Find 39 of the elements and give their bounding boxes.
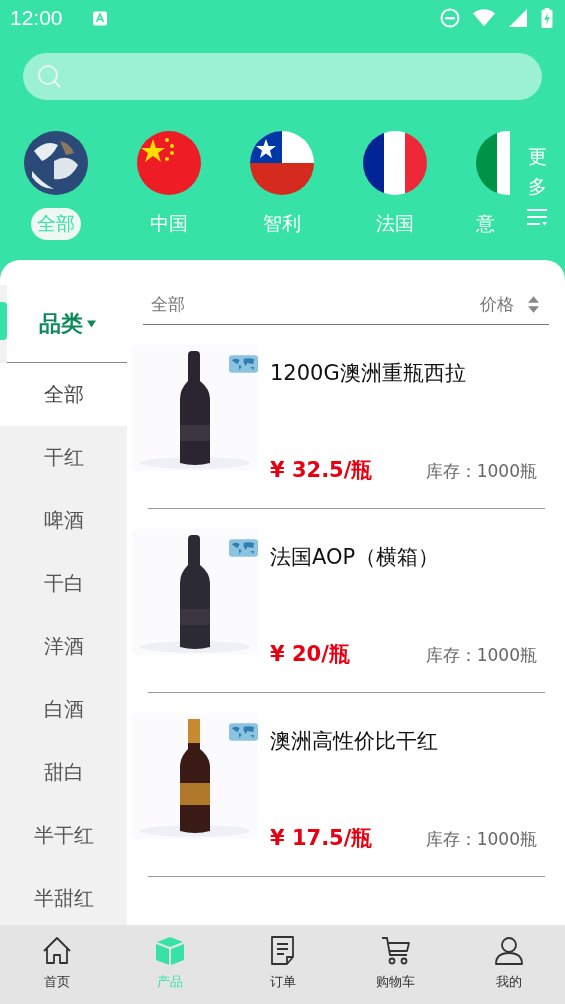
world-map-icon [229, 723, 258, 741]
world-map-icon [229, 355, 258, 373]
nav-tab[interactable]: 购物车 [339, 925, 452, 1004]
product-price: ¥ 32.5/瓶 [270, 457, 373, 484]
nav-tab[interactable]: 我的 [452, 925, 565, 1004]
globe-icon[interactable] [24, 131, 88, 195]
status-time: 12:00 [10, 6, 63, 30]
sort-label[interactable]: 价格 [480, 293, 514, 316]
battery-icon [541, 8, 553, 28]
product-name[interactable]: 澳洲高性价比干红 [270, 727, 438, 755]
stock-text: 库存：1000瓶 [425, 828, 537, 851]
selection-marker [0, 302, 7, 340]
menu-icon [526, 207, 548, 226]
cube-icon [153, 935, 186, 967]
stock-text: 库存：1000瓶 [425, 460, 537, 483]
product-price: ¥ 20/瓶 [270, 641, 350, 668]
product-name[interactable]: 1200G澳洲重瓶西拉 [270, 359, 466, 387]
wifi-icon [473, 8, 495, 28]
cart-icon [379, 935, 412, 967]
nav-tab[interactable]: 首页 [0, 925, 113, 1004]
filter-label[interactable]: 全部 [151, 293, 466, 316]
product-name[interactable]: 法国AOP（横箱） [270, 543, 440, 571]
do-not-disturb-icon [439, 8, 461, 28]
world-map-icon [229, 539, 258, 557]
search-icon [37, 63, 63, 90]
flag-icon[interactable] [363, 131, 427, 195]
caret-icon [86, 319, 96, 328]
category-title: 品类 [38, 309, 83, 338]
search-field[interactable] [23, 53, 542, 100]
keyboard-icon [92, 10, 107, 26]
nav-tab[interactable]: 订单 [226, 925, 339, 1004]
signal-icon [507, 8, 529, 28]
stock-text: 库存：1000瓶 [425, 644, 537, 667]
product-price: ¥ 17.5/瓶 [270, 825, 373, 852]
sort-icon[interactable] [528, 296, 539, 313]
category-item[interactable]: 全部 [0, 363, 127, 426]
flag-icon[interactable] [250, 131, 314, 195]
category-header[interactable]: 品类 [7, 285, 127, 363]
person-icon [492, 935, 525, 967]
